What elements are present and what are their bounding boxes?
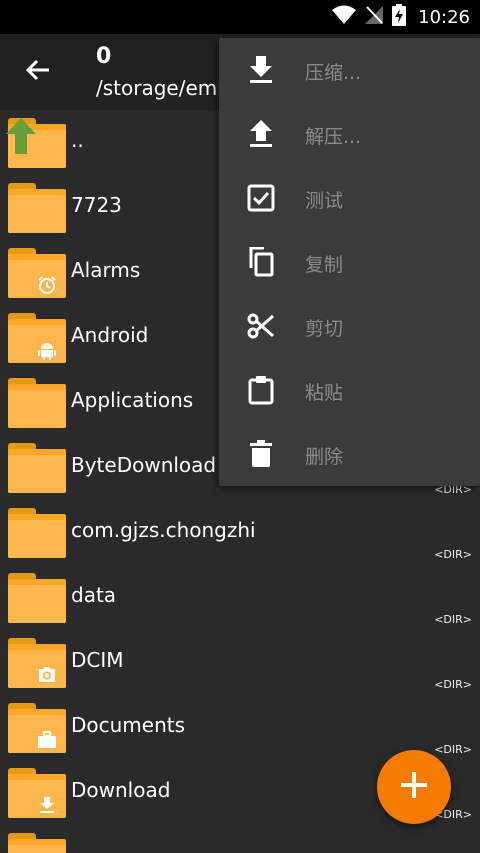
file-name: ByteDownload [71,453,217,477]
menu-label: 压缩... [305,62,362,84]
current-path: /storage/emu [96,76,230,100]
file-name: com.gjzs.chongzhi [71,518,256,542]
folder-icon [8,248,66,298]
download-icon [245,54,277,86]
menu-label: 解压... [305,126,362,148]
menu-item-paste[interactable]: 粘贴 [219,358,480,422]
folder-icon [8,638,66,688]
battery-charging-icon [392,4,407,30]
folder-icon [8,833,66,853]
menu-item-copy[interactable]: 复制 [219,230,480,294]
menu-label: 测试 [305,190,344,212]
folder-icon [8,183,66,233]
menu-item-delete[interactable]: 删除 [219,422,480,486]
menu-label: 复制 [305,254,344,276]
no-signal-icon [364,5,384,29]
file-name: Alarms [71,258,141,282]
status-time: 10:26 [418,6,470,28]
clipboard-icon [245,374,277,406]
add-button[interactable] [377,750,451,824]
folder-icon [8,313,66,363]
trash-icon [245,438,277,470]
file-name: Download [71,778,171,802]
dir-label: <DIR> [434,613,472,626]
folder-icon [8,703,66,753]
plus-icon [399,770,429,804]
folder-icon [8,443,66,493]
list-item[interactable]: com.gjzs.chongzhi <DIR> [0,500,480,565]
folder-icon [8,573,66,623]
file-name: Applications [71,388,194,412]
back-button[interactable] [16,52,60,92]
file-name: DCIM [71,648,124,672]
menu-label: 粘贴 [305,382,344,404]
scissors-icon [245,310,277,342]
folder-icon [8,768,66,818]
file-name: 7723 [71,193,122,217]
list-item[interactable]: data <DIR> [0,565,480,630]
checkbox-icon [245,182,277,214]
menu-item-cut[interactable]: 剪切 [219,294,480,358]
wifi-icon [332,5,357,29]
back-arrow-icon [25,58,51,86]
status-bar: 10:26 [0,0,480,34]
list-item[interactable] [0,825,480,853]
context-menu: 压缩... 解压... 测试 复制 剪切 粘贴 删除 [219,38,480,486]
download-icon [36,794,58,816]
upload-icon [245,118,277,150]
menu-label: 删除 [305,446,344,468]
list-item[interactable]: DCIM <DIR> [0,630,480,695]
folder-icon [8,508,66,558]
copy-icon [245,246,277,278]
up-arrow-icon [6,118,36,154]
menu-item-extract[interactable]: 解压... [219,102,480,166]
briefcase-icon [36,729,58,751]
file-name: Documents [71,713,186,737]
file-name: data [71,583,117,607]
dir-label: <DIR> [434,678,472,691]
alarm-clock-icon [36,274,58,296]
camera-icon [36,664,58,686]
dir-label: <DIR> [434,548,472,561]
menu-label: 剪切 [305,318,344,340]
menu-item-test[interactable]: 测试 [219,166,480,230]
dir-label: <DIR> [434,743,472,756]
file-name: Android [71,323,149,347]
menu-item-compress[interactable]: 压缩... [219,38,480,102]
selection-count: 0 [96,44,112,69]
android-icon [36,339,58,361]
folder-icon [8,378,66,428]
file-name: .. [71,128,84,152]
